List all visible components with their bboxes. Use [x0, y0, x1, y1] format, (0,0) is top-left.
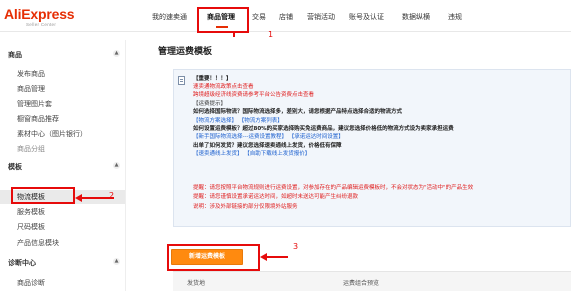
nav-trade[interactable]: 交易	[252, 12, 266, 22]
arrow-head-icon	[260, 253, 267, 261]
notice-rates-link[interactable]: 跨境超级经济线资费请参考平台公告资费点击查看	[193, 92, 314, 99]
notice-panel: 【重要！！！】 速卖通物流政策点击查看 跨境超级经济线资费请参考平台公告资费点击…	[173, 69, 571, 227]
nav-marketing[interactable]: 营销活动	[307, 12, 335, 22]
notice-shipping-tip: 【运费提示】	[193, 101, 227, 107]
sidebar-item-product-diagnosis[interactable]: 商品诊断	[0, 276, 125, 290]
template-table-header: 发货地 运费组合预览	[173, 271, 571, 291]
nav-store[interactable]: 店铺	[279, 12, 293, 22]
sidebar-section-templates: 模板	[8, 163, 22, 171]
sidebar-section-diagnosis: 诊断中心	[8, 259, 36, 267]
sidebar-item-image-sets[interactable]: 管理图片套	[0, 97, 125, 111]
notice-setup-template: 如何设置运费模板？超过80%的买家选择购买免运费商品，建议您选择价格低的物流方式…	[193, 126, 454, 132]
notice-choose-logistics: 如何选择国际物流？国际物流选择多，差别大，请您根据产品特点选择合适的物流方式	[193, 109, 403, 115]
highlight-box-nav	[197, 7, 249, 33]
sidebar: 商品 ▲ 发布商品 商品管理 管理图片套 橱窗商品推荐 素材中心（图片银行） 商…	[0, 40, 126, 291]
column-header-rate-preview: 运费组合预览	[343, 280, 380, 287]
annotation-number-2: 2	[109, 191, 115, 200]
logo-brand: AliExpress	[4, 6, 75, 22]
notice-important: 【重要！！！】	[193, 76, 232, 82]
sidebar-item-size-templates[interactable]: 尺码模板	[0, 220, 125, 234]
sidebar-section-products: 商品	[8, 51, 22, 59]
collapse-icon[interactable]: ▲	[113, 50, 120, 57]
notice-logistics-links[interactable]: 【物流方案选择】 【物流方案列表】	[193, 118, 283, 125]
notice-reminder-delivery: 提醒：请您谨慎设置承诺运达时间，如超时未送达可能产生纠纷退款	[193, 194, 359, 200]
notice-reminder-rules: 提醒：请您按照平台物流规则进行运费设置，对参加存在的产品编辑运费模板时，不会对状…	[193, 185, 474, 191]
collapse-icon[interactable]: ▲	[113, 162, 120, 169]
nav-account-auth[interactable]: 账号及认证	[349, 12, 384, 22]
sidebar-item-product-info-module[interactable]: 产品信息模块	[0, 236, 125, 250]
annotation-number-3: 3	[293, 242, 299, 251]
nav-my-aliexpress[interactable]: 我的速卖通	[152, 12, 187, 22]
notice-how-to-ship: 出单了如何发货？建议您选择速卖通线上发货，价格低有保障	[193, 143, 342, 149]
notice-explanation: 说明：涉及外部链接的部分仅限境外站服务	[193, 204, 298, 210]
collapse-icon[interactable]: ▲	[113, 258, 120, 265]
annotation-number-1: 1	[268, 30, 274, 39]
highlight-box-shipping-templates	[11, 187, 75, 204]
highlight-box-add-button	[167, 244, 260, 271]
notice-policy-link[interactable]: 速卖通物流政策点击查看	[193, 84, 254, 91]
annotation-arrow-1	[233, 31, 235, 37]
notice-online-shipping-links[interactable]: 【速卖通线上发货】 【自助下载线上发货报价】	[193, 151, 310, 158]
sidebar-item-manage-products[interactable]: 商品管理	[0, 82, 125, 96]
sidebar-item-material-center[interactable]: 素材中心（图片银行）	[0, 127, 125, 141]
logo-tagline: Seller Center	[26, 22, 57, 27]
notice-tutorial-links[interactable]: 【新手国际物流选择---运费设置教程】 【承诺运达时间设置】	[193, 134, 344, 141]
arrow-head-icon	[75, 194, 82, 202]
document-icon	[178, 76, 185, 85]
sidebar-item-showcase[interactable]: 橱窗商品推荐	[0, 112, 125, 126]
nav-violations[interactable]: 违规	[448, 12, 462, 22]
column-header-ship-from: 发货地	[187, 280, 206, 287]
page-title: 管理运费模板	[158, 47, 213, 57]
sidebar-item-product-groups[interactable]: 商品分组	[0, 142, 125, 156]
aliexpress-logo[interactable]: AliExpress Seller Center	[4, 6, 75, 28]
sidebar-item-service-templates[interactable]: 服务模板	[0, 205, 125, 219]
nav-data[interactable]: 数据纵横	[402, 12, 430, 22]
top-bar: AliExpress Seller Center 我的速卖通 商品管理 交易 店…	[0, 0, 571, 32]
annotation-arrow-3	[266, 256, 288, 258]
sidebar-item-publish-product[interactable]: 发布商品	[0, 67, 125, 81]
